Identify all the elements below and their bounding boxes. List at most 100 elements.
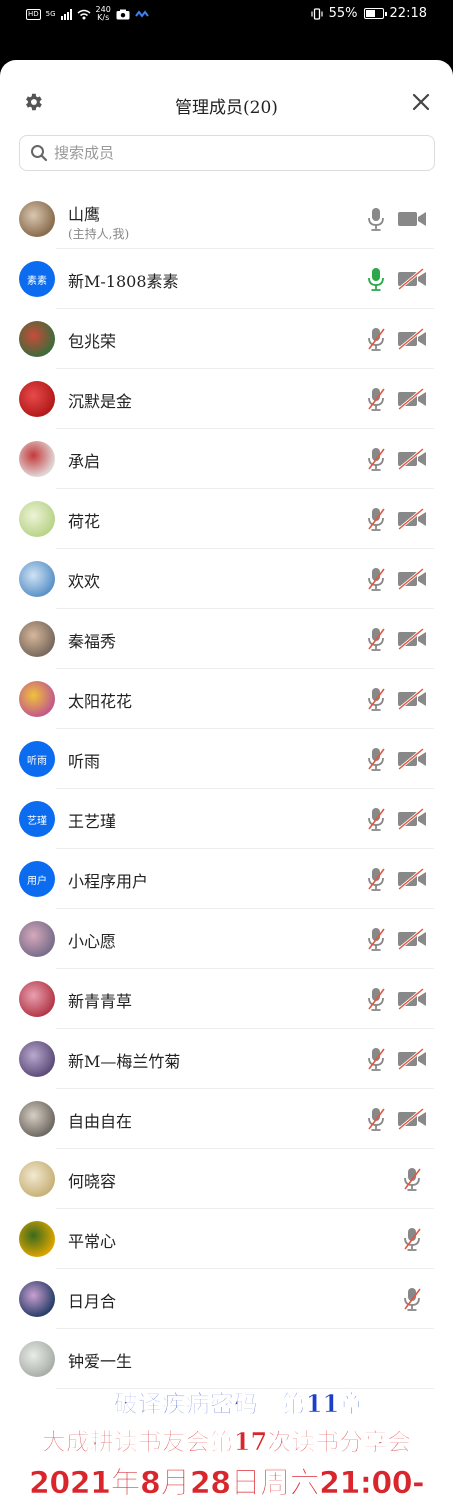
member-name: 承启 [68,452,101,471]
net-speed-unit: K/s [97,13,110,22]
microphone-icon[interactable] [365,266,387,292]
member-row[interactable]: 素素 新M-1808素素 [0,249,453,309]
member-row[interactable]: 新M—梅兰竹菊 [0,1029,453,1089]
mic-muted-icon[interactable] [365,326,387,352]
mic-muted-icon[interactable] [365,926,387,952]
camera-off-icon[interactable] [397,627,427,651]
mic-muted-icon[interactable] [365,386,387,412]
battery-fill [365,10,376,17]
member-row[interactable]: 小心愿 [0,909,453,969]
banner-line-1: 《破译疾病密码》第11章 [89,1389,364,1419]
member-name: 秦福秀 [68,632,117,651]
vibrate-icon [311,7,323,20]
avatar [19,921,55,957]
member-row[interactable]: 包兆荣 [0,309,453,369]
member-row[interactable]: 山鹰 (主持人,我) [0,189,453,249]
mic-muted-icon[interactable] [365,746,387,772]
member-row[interactable]: 新青青草 [0,969,453,1029]
mic-muted-icon[interactable] [365,866,387,892]
mic-muted-icon[interactable] [365,566,387,592]
member-name: 听雨 [68,752,101,771]
member-name: 日月合 [68,1292,117,1311]
sheet-header: 管理成员(20) [0,60,453,132]
avatar: 艺瑾 [19,801,55,837]
camera-off-icon[interactable] [397,267,427,291]
mic-muted-icon[interactable] [401,1286,423,1312]
mic-muted-icon[interactable] [365,806,387,832]
member-row[interactable]: 听雨 听雨 [0,729,453,789]
member-row[interactable]: 沉默是金 [0,369,453,429]
member-name: 包兆荣 [68,332,117,351]
camera-off-icon[interactable] [397,867,427,891]
mic-muted-icon[interactable] [365,1046,387,1072]
close-icon[interactable] [411,92,431,112]
avatar [19,681,55,717]
member-row[interactable]: 欢欢 [0,549,453,609]
mic-muted-icon[interactable] [365,1106,387,1132]
camera-off-icon[interactable] [397,567,427,591]
camera-off-icon[interactable] [397,387,427,411]
member-list: 山鹰 (主持人,我) 素素 新M-1808素素包兆荣沉默是金承启荷花欢欢秦福秀太阳花花… [0,189,453,1389]
member-row[interactable]: 太阳花花 [0,669,453,729]
avatar [19,1101,55,1137]
camera-off-icon[interactable] [397,927,427,951]
clock: 22:18 [389,6,427,21]
avatar [19,201,55,237]
member-row[interactable]: 秦福秀 [0,609,453,669]
camera-off-icon[interactable] [397,447,427,471]
member-name: 新M-1808素素 [68,272,179,291]
search-input[interactable] [54,144,414,162]
manage-members-sheet: 管理成员(20) 山鹰 (主持人,我) 素素新M-1808素素包兆荣沉默是金承启荷花… [0,60,453,1500]
camera-off-icon[interactable] [397,747,427,771]
member-name: 欢欢 [68,572,101,591]
mic-muted-icon[interactable] [365,626,387,652]
member-name: 新M—梅兰竹菊 [68,1052,181,1071]
camera-off-icon[interactable] [397,687,427,711]
overlay-banner: 《破译疾病密码》第11章 大成耕读书友会第17次读书分享会 2021年8月28日… [0,1380,453,1500]
member-name: 何晓容 [68,1172,117,1191]
member-row[interactable]: 承启 [0,429,453,489]
search-bar[interactable] [19,135,435,171]
net-speed: 240 K/s [96,6,111,22]
page-title: 管理成员(20) [175,98,278,118]
member-name: 沉默是金 [68,392,133,411]
camera-off-icon[interactable] [397,1047,427,1071]
member-name: 荷花 [68,512,101,531]
member-row[interactable]: 艺瑾 王艺瑾 [0,789,453,849]
member-row[interactable]: 荷花 [0,489,453,549]
camera-off-icon[interactable] [397,507,427,531]
member-row[interactable]: 日月合 [0,1269,453,1329]
signal-icon [60,8,72,20]
camera-off-icon[interactable] [397,987,427,1011]
camera-off-icon[interactable] [397,807,427,831]
mic-muted-icon[interactable] [365,686,387,712]
avatar [19,381,55,417]
search-icon [31,145,48,162]
member-name: 小心愿 [68,932,117,951]
member-name: 自由自在 [68,1112,133,1131]
camera-off-icon[interactable] [397,1107,427,1131]
member-row[interactable]: 自由自在 [0,1089,453,1149]
battery-percent: 55% [328,6,358,21]
mic-muted-icon[interactable] [401,1226,423,1252]
camera-off-icon[interactable] [397,327,427,351]
camera-notification-icon [116,9,130,19]
member-row[interactable]: 用户 小程序用户 [0,849,453,909]
member-row[interactable]: 何晓容 [0,1149,453,1209]
avatar [19,1161,55,1197]
mic-muted-icon[interactable] [365,506,387,532]
mic-muted-icon[interactable] [401,1166,423,1192]
app-notification-icon [135,10,149,18]
microphone-icon[interactable] [365,206,387,232]
mic-muted-icon[interactable] [365,986,387,1012]
mic-muted-icon[interactable] [365,446,387,472]
avatar: 听雨 [19,741,55,777]
status-bar: HD 5G 240 K/s 55% 22:18 [0,0,453,30]
member-role: (主持人,我) [68,227,130,241]
banner-line-2: 大成耕读书友会第17次读书分享会 [41,1427,412,1457]
avatar [19,621,55,657]
banner-line-3: 2021年8月28日周六21:00-23:00 [28,1466,425,1500]
avatar: 用户 [19,861,55,897]
member-row[interactable]: 平常心 [0,1209,453,1269]
video-camera-icon[interactable] [397,208,427,230]
